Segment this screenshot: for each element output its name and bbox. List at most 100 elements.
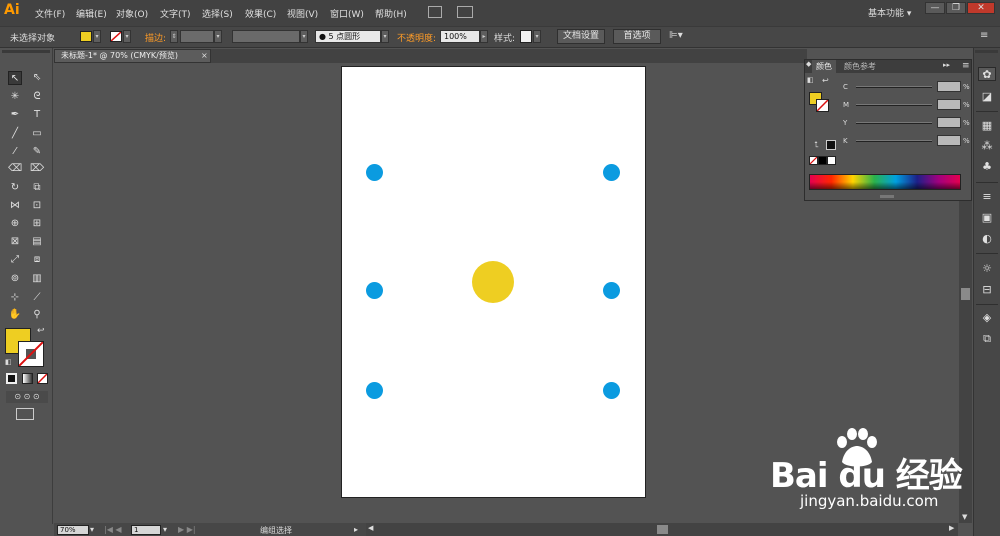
- horizontal-scroll-thumb[interactable]: [657, 525, 668, 534]
- layers-dock-icon[interactable]: ◈: [980, 311, 994, 325]
- drawing-mode-icons[interactable]: ⊙ ⊙ ⊙: [6, 391, 48, 403]
- blue-circle[interactable]: [366, 382, 383, 399]
- menu-view[interactable]: 视图(V): [287, 7, 318, 20]
- blue-circle[interactable]: [603, 382, 620, 399]
- color-guide-dock-icon[interactable]: ◪: [980, 90, 994, 104]
- selection-tool-icon[interactable]: ↖: [8, 71, 22, 85]
- artboard-number-field[interactable]: 1: [131, 525, 161, 535]
- zoom-field[interactable]: 70%: [57, 525, 89, 535]
- symbol-sprayer-tool-icon[interactable]: ⊚: [8, 272, 22, 286]
- arrange-documents-icon[interactable]: [457, 6, 473, 18]
- preferences-button[interactable]: 首选项: [613, 29, 661, 44]
- stroke-color-box[interactable]: [18, 341, 44, 367]
- color-spectrum[interactable]: [809, 174, 961, 190]
- menu-select[interactable]: 选择(S): [202, 7, 233, 20]
- white-quick-chip[interactable]: [827, 156, 836, 165]
- hand-tool-icon[interactable]: ✋: [8, 308, 22, 322]
- menu-help[interactable]: 帮助(H): [375, 7, 407, 20]
- paintbrush-tool-icon[interactable]: ⁄: [8, 145, 22, 159]
- none-chip[interactable]: [809, 156, 818, 165]
- scroll-right-icon[interactable]: ▶: [949, 524, 954, 532]
- pen-tool-icon[interactable]: ✒: [8, 108, 22, 122]
- swap-colors-icon[interactable]: ↩: [37, 326, 45, 336]
- eraser-tool-icon[interactable]: ⌦: [30, 162, 44, 176]
- status-menu-icon[interactable]: ▸: [354, 525, 358, 534]
- swap-fill-stroke-icon[interactable]: ↩: [822, 76, 829, 85]
- blue-circle[interactable]: [366, 282, 383, 299]
- magenta-slider[interactable]: [856, 104, 932, 106]
- menu-edit[interactable]: 编辑(E): [76, 7, 107, 20]
- opacity-label[interactable]: 不透明度:: [397, 31, 436, 44]
- opacity-dropdown[interactable]: ▸: [480, 30, 488, 43]
- zoom-dropdown-icon[interactable]: ▾: [90, 525, 94, 534]
- gradient-tool-icon[interactable]: ▤: [30, 235, 44, 249]
- panel-expand-icon[interactable]: ▸▸: [943, 61, 950, 69]
- out-of-gamut-icon[interactable]: ⮤: [814, 140, 819, 150]
- color-mode-icon[interactable]: [6, 373, 17, 384]
- lasso-tool-icon[interactable]: ᘓ: [30, 90, 44, 104]
- menu-file[interactable]: 文件(F): [35, 7, 65, 20]
- panel-collapse-icon[interactable]: ◆: [806, 60, 811, 68]
- zoom-tool-icon[interactable]: ⚲: [30, 308, 44, 322]
- stroke-weight-dropdown[interactable]: ▾: [214, 30, 222, 43]
- black-slider[interactable]: [856, 140, 932, 142]
- perspective-grid-tool-icon[interactable]: ⊞: [30, 217, 44, 231]
- panel-stroke-swatch[interactable]: [816, 99, 829, 112]
- black-quick-chip[interactable]: [818, 156, 827, 165]
- black-value-field[interactable]: [937, 135, 961, 146]
- graphic-style-swatch[interactable]: [520, 30, 532, 43]
- mesh-tool-icon[interactable]: ⊠: [8, 235, 22, 249]
- graphic-styles-dock-icon[interactable]: ⊟: [980, 283, 994, 297]
- brush-definition[interactable]: ● 5 点圆形: [315, 30, 381, 43]
- first-artboard-icon[interactable]: |◀ ◀: [104, 525, 122, 534]
- fill-dropdown[interactable]: ▾: [93, 30, 101, 43]
- scale-tool-icon[interactable]: ⧉: [30, 181, 44, 195]
- rectangle-tool-icon[interactable]: ▭: [30, 127, 44, 141]
- workspace-switcher[interactable]: 基本功能 ▾: [868, 6, 911, 19]
- default-fill-stroke-icon[interactable]: ◧: [807, 76, 814, 84]
- line-tool-icon[interactable]: ╱: [8, 127, 22, 141]
- rotate-tool-icon[interactable]: ↻: [8, 181, 22, 195]
- document-setup-button[interactable]: 文档设置: [557, 29, 605, 44]
- menu-effect[interactable]: 效果(C): [245, 7, 276, 20]
- arrange-icon[interactable]: ⊫▾: [669, 30, 683, 41]
- magic-wand-tool-icon[interactable]: ✳: [8, 90, 22, 104]
- artboard-dropdown-icon[interactable]: ▾: [163, 525, 167, 534]
- stroke-weight-field[interactable]: [180, 30, 214, 43]
- panel-menu-icon[interactable]: ≡: [980, 30, 988, 41]
- stroke-weight-stepper[interactable]: ⇕: [170, 30, 178, 43]
- scroll-left-icon[interactable]: ◀: [368, 524, 373, 532]
- profile-dropdown[interactable]: ▾: [300, 30, 308, 43]
- stroke-dock-icon[interactable]: ≡: [980, 190, 994, 204]
- black-chip[interactable]: [826, 140, 836, 150]
- yellow-value-field[interactable]: [937, 117, 961, 128]
- color-panel-menu-icon[interactable]: ≡: [962, 61, 970, 71]
- tab-color[interactable]: 颜色: [812, 60, 836, 73]
- swatches-dock-icon[interactable]: ▦: [980, 119, 994, 133]
- minimize-button[interactable]: —: [925, 2, 945, 14]
- menu-object[interactable]: 对象(O): [116, 7, 148, 20]
- free-transform-tool-icon[interactable]: ⊡: [30, 199, 44, 213]
- brush-dropdown[interactable]: ▾: [381, 30, 389, 43]
- panel-resize-grip[interactable]: [880, 195, 894, 198]
- variable-width-profile[interactable]: [232, 30, 300, 43]
- stroke-swatch[interactable]: [110, 31, 122, 42]
- gradient-dock-icon[interactable]: ▣: [980, 211, 994, 225]
- dock-grip[interactable]: [975, 50, 998, 53]
- artboard-tool-icon[interactable]: ⊹: [8, 291, 22, 305]
- next-artboard-icon[interactable]: ▶ ▶|: [178, 525, 196, 534]
- magenta-value-field[interactable]: [937, 99, 961, 110]
- vertical-scroll-thumb[interactable]: [961, 288, 970, 300]
- transparency-dock-icon[interactable]: ◐: [980, 232, 994, 246]
- scroll-down-icon[interactable]: ▼: [962, 513, 967, 521]
- shape-builder-tool-icon[interactable]: ⊕: [8, 217, 22, 231]
- blue-circle[interactable]: [603, 282, 620, 299]
- screen-mode-icon[interactable]: [16, 408, 34, 420]
- fill-swatch[interactable]: [80, 31, 92, 42]
- bridge-icon[interactable]: [428, 6, 442, 18]
- direct-selection-tool-icon[interactable]: ⇖: [30, 71, 44, 85]
- close-button[interactable]: ✕: [967, 2, 995, 14]
- color-panel-dock-icon[interactable]: ✿: [978, 67, 996, 81]
- stroke-dropdown[interactable]: ▾: [123, 30, 131, 43]
- cyan-slider[interactable]: [856, 86, 932, 88]
